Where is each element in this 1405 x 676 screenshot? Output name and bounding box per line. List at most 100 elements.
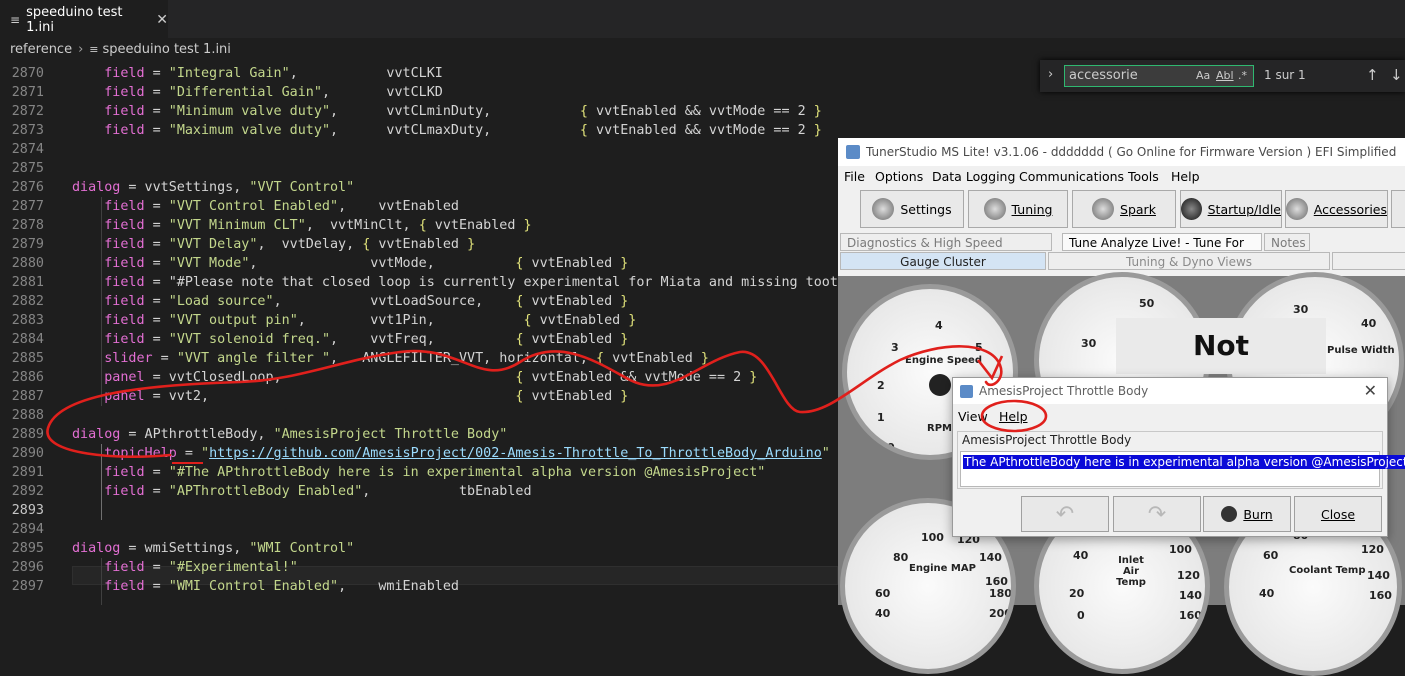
code-text: dialog = wmiSettings, "WMI Control" (72, 541, 355, 556)
startup-idle-button[interactable]: Startup/Idle (1180, 190, 1282, 228)
code-text: field = "VVT Control Enabled", vvtEnable… (104, 199, 459, 214)
code-line[interactable]: 2884 field = "VVT solenoid freq.", vvtFr… (0, 330, 838, 349)
arrow-up-icon[interactable]: ↑ (1366, 66, 1379, 84)
code-line[interactable]: 2871 field = "Differential Gain", vvtCLK… (0, 83, 838, 102)
menu-data-logging[interactable]: Data Logging (932, 169, 1015, 184)
dialog-group-title: AmesisProject Throttle Body (962, 433, 1132, 447)
line-number: 2894 (11, 522, 44, 537)
regex-icon[interactable]: .* (1238, 69, 1247, 82)
tools-icon (1286, 198, 1308, 220)
find-widget: › accessorie Aa Abl .* 1 sur 1 ↑ ↓ (1040, 60, 1405, 92)
line-number: 2889 (11, 427, 44, 442)
dialog-info-field[interactable]: The APthrottleBody here is in experiment… (960, 451, 1405, 487)
code-line[interactable]: 2897 field = "WMI Control Enabled", wmiE… (0, 577, 838, 596)
dialog-menu-view[interactable]: View (958, 409, 988, 424)
tunerstudio-title: TunerStudio MS Lite! v3.1.06 - ddddddd (… (866, 145, 1397, 159)
code-text: field = "Load source", vvtLoadSource, { … (104, 294, 629, 309)
code-line[interactable]: 2890 topicHelp = "https://github.com/Ame… (0, 444, 838, 463)
code-line[interactable]: 2872 field = "Minimum valve duty", vvtCL… (0, 102, 838, 121)
code-line[interactable]: 2886 panel = vvtClosedLoop, { vvtEnabled… (0, 368, 838, 387)
close-button-label: Close (1320, 506, 1356, 522)
tuning-button[interactable]: Tuning (968, 190, 1068, 228)
chevron-right-icon: › (78, 41, 84, 57)
dialog-group: AmesisProject Throttle Body The APthrott… (957, 431, 1405, 489)
code-line[interactable]: 2876 dialog = vvtSettings, "VVT Control" (0, 178, 838, 197)
dialog-menu-help[interactable]: Help (999, 409, 1028, 424)
code-line[interactable]: 2895 dialog = wmiSettings, "WMI Control" (0, 539, 838, 558)
line-number: 2892 (11, 484, 44, 499)
menu-communications[interactable]: Communications (1019, 169, 1124, 184)
gear-icon (872, 198, 895, 220)
settings-button[interactable]: Settings (860, 190, 964, 228)
gauge-tick: 20 (1069, 587, 1085, 600)
code-text: field = "#The APthrottleBody here is in … (104, 465, 766, 480)
tab-tune-analyze[interactable]: Tune Analyze Live! - Tune For You (1062, 233, 1262, 268)
code-line[interactable]: 2889 dialog = APthrottleBody, "AmesisProj… (0, 425, 838, 444)
whole-word-icon[interactable]: Abl (1216, 69, 1234, 82)
menu-tools[interactable]: Tools (1128, 169, 1159, 184)
code-line[interactable]: 2894 (0, 520, 838, 539)
code-text: field = "WMI Control Enabled", wmiEnable… (104, 579, 459, 594)
tab-tuning-dyno[interactable]: Tuning & Dyno Views (1048, 252, 1330, 270)
accessories-button-label: Accessories (1313, 201, 1387, 217)
menu-file[interactable]: File (844, 169, 865, 184)
gauge-hub (929, 374, 951, 396)
spark-plug-icon (1092, 198, 1115, 220)
gauge-tick: 100 (1169, 543, 1192, 556)
editor-tab-speeduino[interactable]: ≡ speeduino test 1.ini ✕ (0, 0, 168, 39)
code-line[interactable]: 2885 slider = "VVT angle filter ", ANGLE… (0, 349, 838, 368)
undo-button[interactable]: ↶ (1021, 496, 1109, 532)
code-line[interactable]: 2887 panel = vvt2, { vvtEnabled } (0, 387, 838, 406)
code-line[interactable]: 2877 field = "VVT Control Enabled", vvtE… (0, 197, 838, 216)
close-button[interactable]: Close (1294, 496, 1382, 532)
tab-extra[interactable] (1332, 252, 1405, 270)
code-line[interactable]: 2870 field = "Integral Gain", vvtCLKI (0, 64, 838, 83)
redo-button[interactable]: ↷ (1113, 496, 1201, 532)
tab-notes[interactable]: Notes (1264, 233, 1310, 251)
chevron-right-icon[interactable]: › (1048, 67, 1053, 82)
gauge-tick: 120 (1361, 543, 1384, 556)
startup-idle-button-label: Startup/Idle (1207, 201, 1281, 217)
code-line[interactable]: 2882 field = "Load source", vvtLoadSourc… (0, 292, 838, 311)
code-line[interactable]: 2891 field = "#The APthrottleBody here i… (0, 463, 838, 482)
code-line[interactable]: 2896 field = "#Experimental!" (0, 558, 838, 577)
gauge-tick: 40 (1361, 317, 1377, 330)
code-text: field = "VVT Minimum CLT", vvtMinClt, { … (104, 218, 532, 233)
code-line[interactable]: 2874 (0, 140, 838, 159)
breadcrumb-file[interactable]: speeduino test 1.ini (103, 42, 231, 57)
code-line[interactable]: 2892 field = "APThrottleBody Enabled", t… (0, 482, 838, 501)
code-line[interactable]: 2878 field = "VVT Minimum CLT", vvtMinCl… (0, 216, 838, 235)
toolbar-overflow-button[interactable] (1391, 190, 1405, 228)
gauge-label: Coolant Temp (1289, 565, 1366, 576)
code-editor[interactable]: 2870 field = "Integral Gain", vvtCLKI 287… (0, 64, 838, 605)
code-line[interactable]: 2880 field = "VVT Mode", vvtMode, { vvtE… (0, 254, 838, 273)
code-line[interactable]: 2893 (0, 501, 838, 520)
code-line[interactable]: 2883 field = "VVT output pin", vvt1Pin, … (0, 311, 838, 330)
menu-help[interactable]: Help (1171, 169, 1200, 184)
code-line[interactable]: 2888 (0, 406, 838, 425)
match-case-icon[interactable]: Aa (1196, 69, 1210, 82)
code-line[interactable]: 2873 field = "Maximum valve duty", vvtCL… (0, 121, 838, 140)
breadcrumb-folder[interactable]: reference (10, 42, 72, 57)
line-number: 2882 (11, 294, 44, 309)
code-line[interactable]: 2879 field = "VVT Delay", vvtDelay, { vv… (0, 235, 838, 254)
settings-button-label: Settings (900, 201, 952, 217)
code-line[interactable]: 2875 (0, 159, 838, 178)
gauge-tick: 140 (1367, 569, 1390, 582)
gauge-label: Engine MAP (909, 563, 976, 574)
spark-button[interactable]: Spark (1072, 190, 1176, 228)
tab-gauge-cluster[interactable]: Gauge Cluster (840, 252, 1046, 270)
wrench-icon (983, 198, 1006, 220)
code-line[interactable]: 2881 field = "#Please note that closed l… (0, 273, 838, 292)
accessories-button[interactable]: Accessories (1285, 190, 1388, 228)
menu-options[interactable]: Options (875, 169, 923, 184)
arrow-down-icon[interactable]: ↓ (1390, 66, 1403, 84)
close-icon[interactable]: ✕ (156, 12, 168, 28)
tab-diagnostics[interactable]: Diagnostics & High Speed Loggers (840, 233, 1052, 268)
code-text: field = "#Experimental!" (104, 560, 298, 575)
lines-icon: ≡ (10, 13, 21, 27)
burn-button[interactable]: Burn (1203, 496, 1291, 532)
gauge-tick: 200 (989, 607, 1012, 620)
code-text: field = "APThrottleBody Enabled", tbEnab… (104, 484, 532, 499)
close-icon[interactable]: ✕ (1364, 381, 1377, 400)
